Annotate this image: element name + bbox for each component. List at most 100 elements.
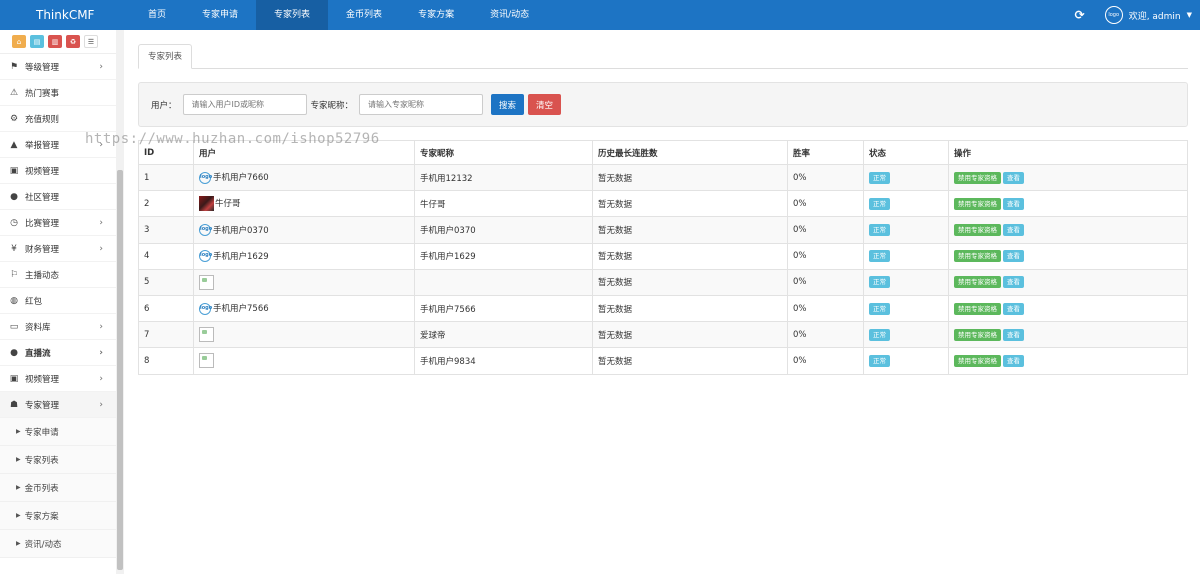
disable-expert-button[interactable]: 禁用专家资格	[954, 250, 1001, 263]
status-badge: 正常	[869, 354, 890, 367]
hot-icon: ⚠	[9, 87, 19, 98]
sidebar-item[interactable]: ⚠ 热门赛事	[0, 80, 123, 106]
refresh-icon[interactable]: ⟳	[1065, 8, 1095, 22]
view-button[interactable]: 查看	[1003, 328, 1024, 341]
disable-expert-button[interactable]: 禁用专家资格	[954, 302, 1001, 315]
search-button[interactable]: 搜索	[491, 94, 525, 115]
table-row: 5 暂无数据 0% 正常 禁用专家资格 查看	[138, 268, 1188, 296]
view-button[interactable]: 查看	[1003, 250, 1024, 263]
caret-right-icon: ▶	[16, 428, 21, 435]
disable-expert-button[interactable]: 禁用专家资格	[954, 354, 1001, 367]
cell-streak: 暂无数据	[592, 190, 788, 218]
cell-streak: 暂无数据	[592, 242, 788, 270]
cell-status: 正常	[863, 294, 949, 323]
sidebar-item-label: 社区管理	[25, 192, 60, 203]
cell-user: logo手机用户0370	[193, 216, 415, 244]
doc-icon[interactable]: ▤	[30, 35, 44, 48]
caret-down-icon[interactable]: ▼	[1187, 11, 1192, 19]
topnav-item[interactable]: 金币列表	[328, 0, 400, 30]
sidebar-item-label: 举报管理	[25, 140, 60, 151]
sidebar-item-label: 红包	[25, 296, 43, 307]
recycle-icon[interactable]: ♻	[66, 35, 80, 48]
disable-expert-button[interactable]: 禁用专家资格	[954, 328, 1001, 341]
home-icon[interactable]: ⌂	[12, 35, 26, 48]
welcome-user[interactable]: 欢迎, admin	[1129, 9, 1181, 22]
tint-icon: ●	[10, 347, 18, 358]
sidebar-subitem[interactable]: ▶ 专家申请	[0, 418, 123, 446]
sidebar-item[interactable]: ▭ 资料库 ›	[0, 314, 123, 340]
broken-image-icon	[199, 353, 214, 369]
broken-image-icon	[199, 327, 214, 343]
status-badge: 正常	[869, 250, 890, 263]
tab-bar: 专家列表	[138, 44, 1188, 69]
caret-right-icon: ▶	[16, 540, 21, 547]
column-header: 胜率	[787, 140, 864, 165]
sidebar-item[interactable]: ¥ 财务管理 ›	[0, 236, 123, 262]
sidebar-item-label: 热门赛事	[25, 88, 60, 99]
cogs-icon: ⚙	[9, 113, 19, 124]
yen-icon: ¥	[11, 243, 17, 254]
sidebar-subitem-label: 金币列表	[24, 483, 59, 494]
scroll-thumb[interactable]	[117, 170, 123, 570]
view-button[interactable]: 查看	[1003, 276, 1024, 289]
sidebar-item[interactable]: ◍ 红包	[0, 288, 123, 314]
user-avatar: logo	[199, 250, 212, 263]
sidebar-item[interactable]: ▲ 举报管理 ›	[0, 132, 123, 158]
topnav-item[interactable]: 专家列表	[256, 0, 329, 30]
monitor-icon: ▭	[9, 321, 19, 332]
view-button[interactable]: 查看	[1003, 171, 1024, 184]
avatar[interactable]: logo	[1104, 6, 1123, 24]
nick-filter-input[interactable]	[359, 94, 484, 115]
sidebar-subitem[interactable]: ▶ 金币列表	[0, 474, 123, 502]
sidebar-subitem[interactable]: ▶ 专家列表	[0, 446, 123, 474]
disable-expert-button[interactable]: 禁用专家资格	[954, 197, 1001, 210]
view-button[interactable]: 查看	[1003, 223, 1024, 236]
clock-icon: ◷	[10, 217, 18, 228]
view-button[interactable]: 查看	[1003, 354, 1024, 367]
cell-status: 正常	[863, 242, 949, 270]
cell-user	[193, 321, 415, 349]
cell-streak: 暂无数据	[592, 321, 788, 349]
sidebar-item[interactable]: ● 社区管理	[0, 184, 123, 210]
cell-winrate: 0%	[787, 268, 864, 296]
sidebar-item[interactable]: ▣ 视频管理 ›	[0, 366, 123, 392]
cell-status: 正常	[863, 216, 949, 244]
sidebar-item[interactable]: ⚐ 主播动态	[0, 262, 123, 288]
disable-expert-button[interactable]: 禁用专家资格	[954, 171, 1001, 184]
topnav-item[interactable]: 专家申请	[184, 0, 256, 30]
chevron-right-icon: ›	[99, 61, 103, 72]
sidebar-scrollbar[interactable]	[116, 30, 124, 574]
sidebar-item[interactable]: ⚑ 等级管理 ›	[0, 54, 123, 80]
sidebar-item[interactable]: ● 直播流 ›	[0, 340, 123, 366]
sidebar-item[interactable]: ▣ 视频管理	[0, 158, 123, 184]
view-button[interactable]: 查看	[1003, 197, 1024, 210]
sidebar-item-label: 视频管理	[25, 166, 60, 177]
view-button[interactable]: 查看	[1003, 302, 1024, 315]
sidebar-subitem[interactable]: ▶ 资讯/动态	[0, 530, 123, 558]
brand-logo[interactable]: ThinkCMF	[36, 0, 94, 30]
topnav-item[interactable]: 专家方案	[400, 0, 472, 30]
disable-expert-button[interactable]: 禁用专家资格	[954, 223, 1001, 236]
topnav-item[interactable]: 资讯/动态	[472, 0, 547, 30]
sidebar-subitem[interactable]: ▶ 专家方案	[0, 502, 123, 530]
tab-expert-list[interactable]: 专家列表	[138, 44, 193, 69]
user-filter-input[interactable]	[182, 94, 307, 115]
clear-button[interactable]: 清空	[528, 94, 562, 115]
column-header: 操作	[948, 140, 1188, 165]
trash-icon[interactable]: ▥	[48, 35, 62, 48]
list-icon[interactable]: ☰	[84, 35, 98, 48]
cell-id: 6	[138, 294, 194, 323]
status-badge: 正常	[869, 197, 890, 210]
chevron-right-icon: ›	[99, 243, 103, 254]
topnav-item[interactable]: 首页	[130, 0, 184, 30]
cell-user: logo手机用户7660	[193, 163, 415, 192]
top-nav: 首页 专家申请 专家列表 金币列表 专家方案 资讯/动态	[130, 0, 547, 30]
sidebar-item[interactable]: ☗ 专家管理 ›	[0, 392, 123, 418]
sidebar-item[interactable]: ◷ 比赛管理 ›	[0, 210, 123, 236]
disable-expert-button[interactable]: 禁用专家资格	[954, 276, 1001, 289]
user-plus-icon: ☗	[9, 399, 19, 410]
user-name: 手机用户0370	[213, 225, 269, 236]
sidebar-item[interactable]: ⚙ 充值规则	[0, 106, 123, 132]
sidebar-subitem-label: 资讯/动态	[24, 539, 62, 550]
chevron-right-icon: ›	[99, 139, 103, 150]
